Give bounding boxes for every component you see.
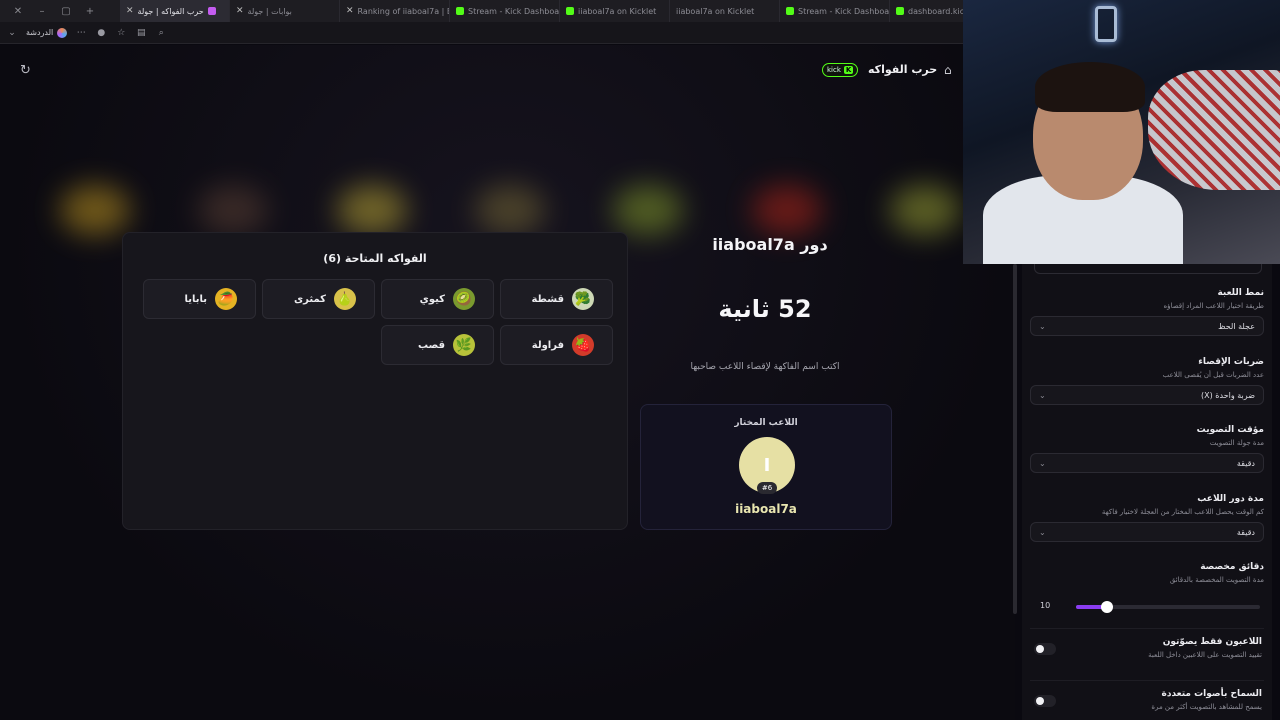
browser-tab[interactable]: ✕Ranking of iiaboal7a | Bot [340,0,450,22]
more-icon[interactable]: ⋯ [75,27,87,39]
kick-favicon-icon [786,7,794,15]
player-name: iiaboal7a [735,502,797,516]
multiple-votes-toggle[interactable] [1034,695,1056,707]
star-icon[interactable]: ☆ [115,27,127,39]
kick-logo-icon: K [843,66,854,74]
settings-top-field[interactable] [1034,264,1262,274]
app-header: ↻ kick K حرب الفواكه ⌂ [0,45,1015,95]
fruit-item[interactable]: قصب 🌿 [381,325,494,365]
chevron-down-icon: ⌄ [1039,390,1046,400]
chat-button[interactable]: الدردشة [26,27,68,38]
chevron-down-icon[interactable]: ⌄ [6,27,18,39]
rank-badge: #6 [757,482,777,494]
slider-thumb[interactable] [1101,601,1113,613]
minimize-window-icon[interactable]: – [30,0,54,22]
chevron-down-icon: ⌄ [1039,458,1046,468]
fruit-item[interactable]: قشطة 🥦 [500,279,613,319]
close-tab-icon[interactable]: ✕ [346,6,354,16]
neon-logo-icon [1095,6,1117,42]
tab-favicon-icon [207,7,216,15]
kick-favicon-icon [896,7,904,15]
custom-minutes-setting: دقائق مخصصة مدة التصويت المخصصة بالدقائق [1169,562,1264,584]
browser-tab[interactable]: ✕ حرب الفواكه | جولة [120,0,230,22]
elimination-hits-select[interactable]: ضربة واحدة (X) ⌄ [1030,385,1264,405]
window-controls: ✕ – ▢ + [0,0,120,22]
selected-player-card: اللاعب المختار I #6 iiaboal7a [640,404,892,530]
scrollbar[interactable] [1013,264,1017,614]
page-title: حرب الفواكه [868,63,938,76]
toggle-knob [1036,645,1044,653]
browser-tab[interactable]: ✕ بوابات | جولة [230,0,340,22]
close-window-icon[interactable]: ✕ [6,0,30,22]
browser-tab[interactable]: iiaboal7a on Kicklet [560,0,670,22]
pear-icon: 🍐 [334,288,356,310]
refresh-icon[interactable]: ↻ [20,63,31,78]
slider-track[interactable] [1076,601,1260,613]
fruits-title: الفواكه المتاحة (6) [323,252,427,265]
custom-minutes-slider[interactable]: 10 [1034,600,1264,614]
vote-timer-select[interactable]: دقيقة ⌄ [1030,453,1264,473]
blurred-fruit [474,185,545,235]
sugarcane-icon: 🌿 [453,334,475,356]
turn-hint: اكتب اسم الفاكهة لإقصاء اللاعب صاحبها [690,362,840,372]
browser-tab[interactable]: Stream - Kick Dashboard [780,0,890,22]
turn-duration-select[interactable]: دقيقة ⌄ [1030,522,1264,542]
fruit-item[interactable]: كيوي 🥝 [381,279,494,319]
profile-icon[interactable]: ● [95,27,107,39]
blurred-fruit [889,185,960,235]
turn-duration-setting: مدة دور اللاعب كم الوقت يحصل اللاعب المخ… [1022,494,1272,542]
strawberry-icon: 🍓 [572,334,594,356]
fruit-item[interactable]: بابايا 🥭 [143,279,256,319]
game-mode-select[interactable]: عجلة الحظ ⌄ [1030,316,1264,336]
home-icon[interactable]: ⌂ [944,63,952,77]
new-tab-icon[interactable]: + [78,0,102,22]
settings-panel: نمط اللعبة طريقة اختيار اللاعب المراد إق… [1022,264,1272,720]
fruit-war-app: ↻ kick K حرب الفواكه ⌂ الفواكه المتاحة (6… [0,45,1015,720]
blurred-fruit [613,185,684,235]
toggle-knob [1036,697,1044,705]
browser-tab[interactable]: Stream - Kick Dashboard [450,0,560,22]
webcam-overlay [963,0,1280,264]
kick-badge: kick K [822,63,859,77]
available-fruits-panel: الفواكه المتاحة (6) قشطة 🥦 كيوي 🥝 كمثرى 🍐 ب… [122,232,628,530]
reader-icon[interactable]: ▤ [135,27,147,39]
maximize-window-icon[interactable]: ▢ [54,0,78,22]
webcam-scarf [1148,70,1280,190]
players-only-vote-toggle[interactable] [1034,643,1056,655]
close-tab-icon[interactable]: ✕ [126,6,134,16]
blurred-fruit [751,185,822,235]
elimination-hits-setting: ضربات الإقصاء عدد الضربات قبل أن يُقصى ا… [1022,357,1272,405]
slider-value: 10 [1040,601,1051,610]
selected-player-label: اللاعب المختار [734,418,798,428]
kick-favicon-icon [456,7,464,15]
blurred-fruit [336,185,407,235]
webcam-hair [1035,62,1145,112]
browser-tab[interactable]: iiaboal7a on Kicklet [670,0,780,22]
kiwi-icon: 🥝 [453,288,475,310]
blurred-fruit [198,185,269,235]
blurred-fruit [60,185,130,235]
multiple-votes-setting: السماح بأصوات متعددة يسمح للمشاهد بالتصو… [1030,680,1264,720]
ai-chat-icon [57,27,68,38]
close-tab-icon[interactable]: ✕ [236,6,244,16]
players-only-vote-setting: اللاعبون فقط يصوّتون تقييد التصويت على ا… [1030,628,1264,668]
custard-apple-icon: 🥦 [572,288,594,310]
search-icon[interactable]: ⌕ [155,27,167,39]
vote-timer-setting: مؤقت التصويت مدة جولة التصويت دقيقة ⌄ [1022,425,1272,473]
fruit-item[interactable]: كمثرى 🍐 [262,279,375,319]
kick-favicon-icon [566,7,574,15]
papaya-icon: 🥭 [215,288,237,310]
chevron-down-icon: ⌄ [1039,321,1046,331]
game-mode-setting: نمط اللعبة طريقة اختيار اللاعب المراد إق… [1022,288,1272,336]
turn-timer: 52 ثانية [718,295,812,323]
chevron-down-icon: ⌄ [1039,527,1046,537]
fruit-item[interactable]: فراولة 🍓 [500,325,613,365]
turn-title: دور iiaboal7a [712,235,828,254]
fruit-grid: قشطة 🥦 كيوي 🥝 كمثرى 🍐 بابايا 🥭 فراولة 🍓 قصب 🌿 [143,279,613,365]
